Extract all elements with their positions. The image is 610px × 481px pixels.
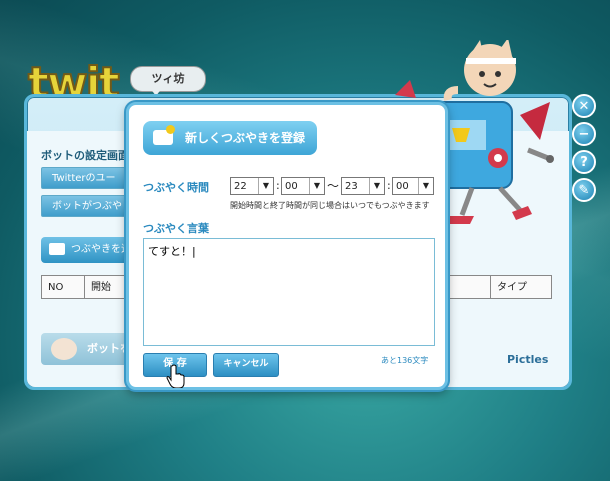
- help-icon: ?: [580, 155, 588, 170]
- bot-settings-title: ボットの設定画面: [41, 149, 129, 162]
- close-icon: ✕: [578, 99, 590, 114]
- column-header-no[interactable]: NO: [41, 275, 85, 299]
- chevron-down-icon: ▼: [418, 178, 433, 194]
- tweet-words-label: つぶやく言葉: [143, 222, 209, 235]
- help-button[interactable]: ?: [572, 150, 596, 174]
- close-button[interactable]: ✕: [572, 94, 596, 118]
- brand-logo: Pictles: [507, 353, 549, 366]
- start-hour-value: 22: [234, 181, 247, 192]
- chevron-down-icon: ▼: [258, 178, 273, 194]
- bot-start-label: ボットを: [87, 342, 131, 355]
- end-hour-select[interactable]: 23 ▼: [341, 177, 385, 195]
- edit-icon: ✎: [578, 183, 590, 198]
- minimize-button[interactable]: −: [572, 122, 596, 146]
- dialog-title-text: 新しくつぶやきを登録: [185, 131, 306, 145]
- tweet-icon: [153, 125, 175, 145]
- time-range-tilde: ～: [327, 179, 340, 193]
- column-header-type[interactable]: タイプ: [490, 275, 552, 299]
- time-colon: :: [276, 179, 280, 192]
- bot-face-icon: [51, 338, 77, 360]
- dialog-title: 新しくつぶやきを登録: [143, 121, 317, 155]
- speech-bubble: ツィ坊: [130, 66, 206, 92]
- time-colon: :: [387, 179, 391, 192]
- tweet-icon: [49, 243, 65, 255]
- tweet-text-input[interactable]: てすと！|: [143, 238, 435, 346]
- remaining-chars: あと136文字: [381, 356, 429, 365]
- new-tweet-dialog: 新しくつぶやきを登録 つぶやく時間 22 ▼ : 00 ▼ ～ 23 ▼ : 0…: [126, 102, 448, 390]
- cancel-button[interactable]: キャンセル: [213, 353, 279, 377]
- tweet-time-label: つぶやく時間: [143, 181, 209, 194]
- end-hour-value: 23: [345, 181, 358, 192]
- start-hour-select[interactable]: 22 ▼: [230, 177, 274, 195]
- add-tweet-label: つぶやきを追: [71, 244, 131, 255]
- start-minute-select[interactable]: 00 ▼: [281, 177, 325, 195]
- end-minute-select[interactable]: 00 ▼: [392, 177, 434, 195]
- time-note: 開始時間と終了時間が同じ場合はいつでもつぶやきます: [230, 201, 430, 210]
- hand-cursor-icon: [166, 364, 185, 388]
- column-header-filler: [447, 275, 491, 299]
- chevron-down-icon: ▼: [369, 178, 384, 194]
- sun-icon: [166, 125, 175, 134]
- chevron-down-icon: ▼: [309, 178, 324, 194]
- edit-button[interactable]: ✎: [572, 178, 596, 202]
- minimize-icon: −: [578, 127, 590, 142]
- end-minute-value: 00: [396, 181, 409, 192]
- start-minute-value: 00: [285, 181, 298, 192]
